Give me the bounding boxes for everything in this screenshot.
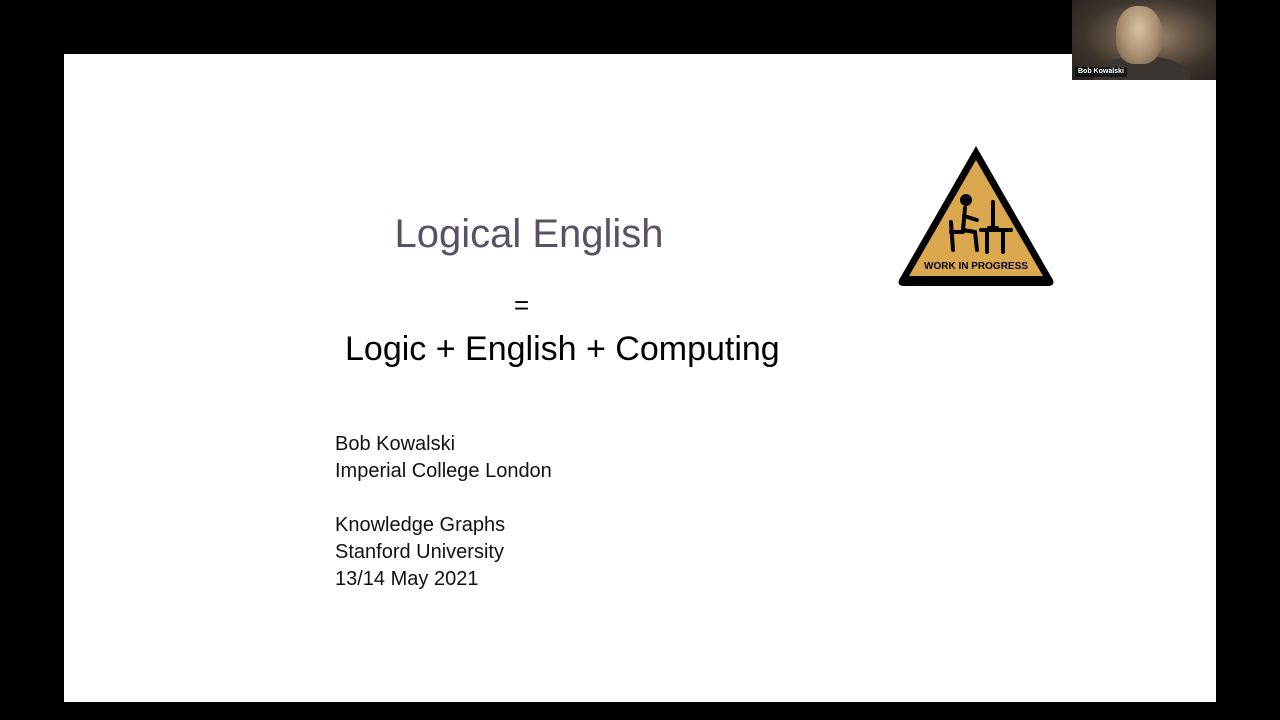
author-name: Bob Kowalski [335, 433, 456, 455]
event-name: Knowledge Graphs [335, 514, 506, 536]
author-block: Bob Kowalski Imperial College London Kno… [335, 431, 552, 593]
slide-formula: Logic + English + Computing [345, 330, 780, 368]
sign-label: WORK IN PROGRESS [924, 261, 1028, 272]
participant-name-label: Bob Kowalski [1075, 67, 1127, 77]
webcam-thumbnail[interactable]: Bob Kowalski [1072, 0, 1216, 80]
presentation-slide: Logical English = Logic + English + Comp… [64, 54, 1216, 702]
work-in-progress-sign-icon: WORK IN PROGRESS [898, 146, 1054, 286]
slide-title: Logical English [394, 212, 664, 256]
participant-head [1116, 6, 1162, 64]
author-affiliation: Imperial College London [335, 460, 552, 482]
event-date: 13/14 May 2021 [335, 568, 479, 590]
event-venue: Stanford University [335, 541, 504, 563]
equals-sign: = [514, 290, 530, 320]
